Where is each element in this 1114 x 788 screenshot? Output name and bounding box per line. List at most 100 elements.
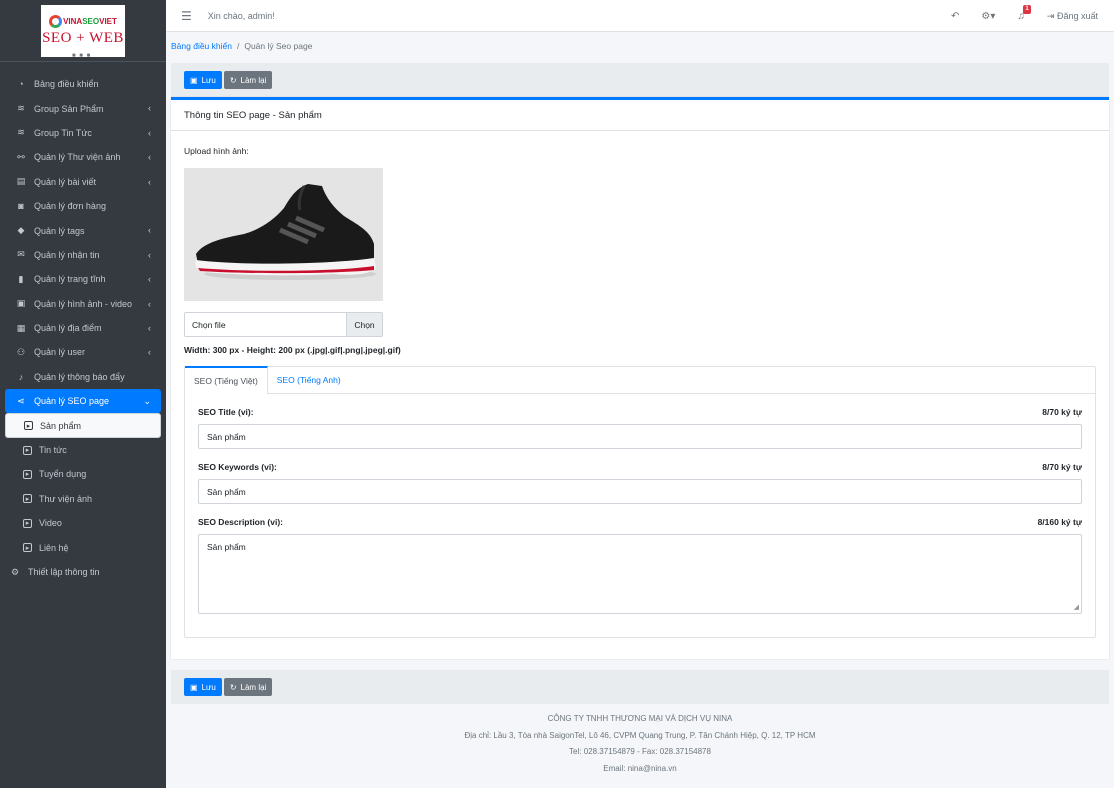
reset-button-bottom[interactable]: ↻ Làm lại	[223, 678, 273, 696]
breadcrumb-separator: /	[236, 41, 240, 51]
notification-badge: 1	[1023, 4, 1031, 14]
google-g-icon	[49, 14, 63, 28]
chevron-down-icon: ⌄	[143, 396, 151, 407]
save-button-top[interactable]: ▣ Lưu	[184, 71, 222, 89]
sidebar-item-quan-ly-bai-viet[interactable]: ▤ Quản lý bài viết ‹	[5, 170, 161, 194]
sidebar-item-quan-ly-thong-bao-day[interactable]: ♪ Quản lý thông báo đẩy	[5, 365, 161, 389]
seo-keywords-input[interactable]: Sản phẩm	[198, 479, 1082, 504]
sidebar-item-quan-ly-dia-diem[interactable]: ▦ Quản lý địa điểm ‹	[5, 316, 161, 340]
file-upload-group: Chọn file Chọn	[184, 312, 383, 337]
breadcrumb-home-link[interactable]: Bảng điều khiển	[171, 41, 232, 51]
sidebar-subitem-san-pham[interactable]: ▸ Sản phẩm	[5, 413, 161, 438]
seo-title-input[interactable]: Sản phẩm	[198, 424, 1082, 449]
sidebar-item-quan-ly-don-hang[interactable]: ◙ Quản lý đơn hàng	[5, 194, 161, 218]
users-icon: ⚇	[16, 346, 26, 357]
envelope-icon: ✉	[17, 249, 25, 260]
sidebar-item-label: Thiết lập thông tin	[28, 567, 100, 577]
sign-out-icon: ⇥	[1046, 10, 1055, 21]
chevron-left-icon: ‹	[148, 176, 151, 187]
caret-square-right-icon: ▸	[23, 543, 32, 553]
footer-phone: Tel: 028.37154879 - Fax: 028.37154878	[569, 747, 711, 756]
sidebar-item-label: Quản lý trang tĩnh	[34, 274, 106, 285]
logo-text-seo: SEO	[82, 16, 100, 26]
uploaded-image-preview	[184, 168, 383, 301]
bell-icon: ♪	[18, 371, 24, 382]
tags-icon: ◆	[17, 225, 25, 236]
sidebar-subitem-lien-he[interactable]: ▸ Liên hệ	[5, 535, 161, 559]
sidebar-item-label: Quản lý hình ảnh - video	[34, 298, 133, 309]
reply-icon[interactable]: ↶	[951, 11, 959, 22]
save-icon: ▣	[190, 75, 198, 85]
bottom-action-bar: ▣ Lưu ↻ Làm lại	[171, 670, 1109, 704]
sidebar-item-quan-ly-hinh-anh-video[interactable]: ▣ Quản lý hình ảnh - video ‹	[5, 292, 161, 316]
caret-square-right-icon: ▸	[23, 445, 32, 455]
brand-logo[interactable]: VINA SEO VIET SEO + WEB	[41, 4, 125, 57]
logo-text-viet: VIET	[99, 16, 117, 26]
breadcrumb: Bảng điều khiển / Quản lý Seo page	[171, 41, 312, 51]
sidebar-subitem-thu-vien-anh[interactable]: ▸ Thư viện ảnh	[5, 487, 161, 511]
logo-text-vina: VINA	[63, 16, 83, 26]
seo-title-count: 8/70 ký tự	[1042, 407, 1082, 417]
sidebar-item-label: Quản lý SEO page	[34, 396, 110, 407]
sidebar-item-quan-ly-thu-vien-anh[interactable]: ⚯ Quản lý Thư viện ảnh ‹	[5, 145, 161, 169]
brand-divider-dots: ■ ■ ■	[72, 53, 92, 59]
save-label: Lưu	[201, 75, 216, 85]
save-icon: ▣	[190, 682, 198, 692]
sidebar-item-quan-ly-trang-tinh[interactable]: ▮ Quản lý trang tĩnh ‹	[5, 267, 161, 291]
seo-description-count: 8/160 ký tự	[1037, 517, 1082, 527]
tab-seo-en[interactable]: SEO (Tiếng Anh)	[268, 366, 350, 393]
footer: CÔNG TY TNHH THƯƠNG MẠI VÀ DỊCH VỤ NINA …	[166, 711, 1114, 777]
sidebar-subitem-tuyen-dung[interactable]: ▸ Tuyển dụng	[5, 462, 161, 486]
seo-title-label: SEO Title (vi):	[198, 407, 254, 417]
sidebar-item-bang-dieu-khien[interactable]: ◔ Bảng điều khiển	[5, 72, 161, 96]
cogs-dropdown-icon[interactable]: ⚙▾	[981, 11, 995, 22]
file-input[interactable]: Chọn file	[184, 312, 346, 337]
notification-bell-icon[interactable]: ♫ 1	[1017, 4, 1031, 22]
sidebar-item-thiet-lap-thong-tin[interactable]: ⚙ Thiết lập thông tin	[5, 560, 161, 584]
sidebar-subitem-label: Video	[39, 518, 62, 529]
share-icon: ⋖	[17, 395, 25, 406]
caret-square-right-icon: ▸	[23, 518, 32, 528]
sidebar-subitem-video[interactable]: ▸ Video	[5, 511, 161, 535]
chevron-left-icon: ‹	[148, 274, 151, 285]
logo-tagline: SEO + WEB	[42, 29, 124, 46]
photo-video-icon: ▣	[16, 298, 26, 309]
sidebar-item-group-tin-tuc[interactable]: ≋ Group Tin Tức ‹	[5, 121, 161, 145]
cogs-icon: ⚙	[10, 566, 20, 577]
upload-label: Upload hình ảnh:	[184, 146, 249, 156]
top-action-bar: ▣ Lưu ↻ Làm lại	[171, 63, 1109, 97]
sidebar-item-label: Group Sản Phẩm	[34, 103, 104, 114]
sidebar-item-label: Quản lý địa điểm	[34, 323, 102, 334]
chevron-left-icon: ‹	[148, 127, 151, 138]
chevron-left-icon: ‹	[148, 347, 151, 358]
chevron-left-icon: ‹	[148, 298, 151, 309]
chevron-left-icon: ‹	[148, 322, 151, 333]
caret-square-right-icon: ▸	[23, 469, 32, 479]
sidebar-item-quan-ly-seo-page[interactable]: ⋖ Quản lý SEO page ⌄	[5, 389, 161, 414]
sidebar-item-label: Quản lý Thư viện ảnh	[34, 152, 121, 163]
sidebar-subitem-tin-tuc[interactable]: ▸ Tin tức	[5, 438, 161, 462]
logout-link[interactable]: ⇥ Đăng xuất	[1047, 11, 1098, 22]
sidebar-item-group-san-pham[interactable]: ≋ Group Sản Phẩm ‹	[5, 96, 161, 120]
seo-keywords-label: SEO Keywords (vi):	[198, 462, 277, 472]
sidebar-item-quan-ly-user[interactable]: ⚇ Quản lý user ‹	[5, 340, 161, 364]
reset-button-top[interactable]: ↻ Làm lại	[223, 71, 273, 89]
tab-seo-vi[interactable]: SEO (Tiếng Việt)	[185, 366, 268, 394]
caret-square-right-icon: ▸	[23, 494, 32, 504]
language-tabs: SEO (Tiếng Việt) SEO (Tiếng Anh)	[185, 366, 1095, 394]
brand[interactable]: VINA SEO VIET SEO + WEB ■ ■ ■	[0, 0, 166, 62]
sidebar-item-label: Quản lý thông báo đẩy	[34, 371, 125, 382]
save-button-bottom[interactable]: ▣ Lưu	[184, 678, 222, 696]
sidebar-item-quan-ly-nhan-tin[interactable]: ✉ Quản lý nhận tin ‹	[5, 243, 161, 267]
hamburger-menu-icon[interactable]: ☰	[181, 9, 192, 23]
caret-square-right-icon: ▸	[24, 421, 33, 431]
seo-keywords-count: 8/70 ký tự	[1042, 462, 1082, 472]
sneaker-image	[184, 168, 383, 301]
choose-file-button[interactable]: Chọn	[346, 312, 383, 337]
sidebar-subitem-label: Liên hệ	[39, 542, 69, 553]
seo-tabs-card: SEO (Tiếng Việt) SEO (Tiếng Anh) SEO Tit…	[184, 366, 1096, 638]
seo-description-textarea[interactable]: Sản phẩm ◢	[198, 534, 1082, 614]
sidebar-item-label: Quản lý đơn hàng	[34, 201, 106, 212]
sidebar-item-quan-ly-tags[interactable]: ◆ Quản lý tags ‹	[5, 218, 161, 242]
resize-handle-icon[interactable]: ◢	[1074, 603, 1079, 611]
